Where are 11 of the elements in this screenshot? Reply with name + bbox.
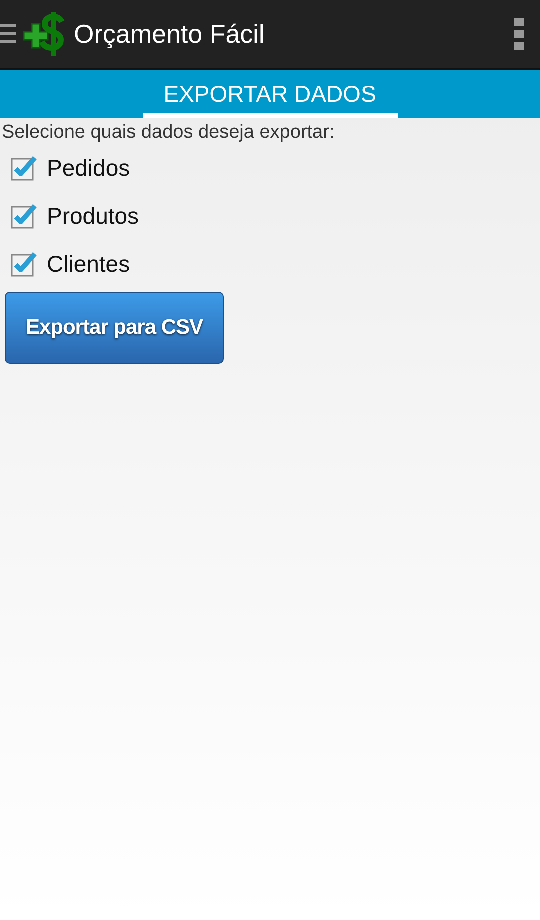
menu-icon[interactable] (0, 22, 16, 46)
export-button[interactable]: Exportar para CSV (5, 292, 224, 364)
checkbox[interactable] (11, 155, 37, 181)
instruction-text: Selecione quais dados deseja exportar: (2, 122, 336, 144)
checkbox-label: Produtos (47, 202, 140, 230)
checkbox[interactable] (11, 251, 37, 277)
overflow-menu-icon[interactable] (514, 18, 524, 50)
checkbox-label: Clientes (47, 250, 130, 278)
checkbox[interactable] (11, 203, 37, 229)
app-title: Orçamento Fácil (74, 18, 266, 50)
checkbox-label: Pedidos (47, 154, 130, 182)
